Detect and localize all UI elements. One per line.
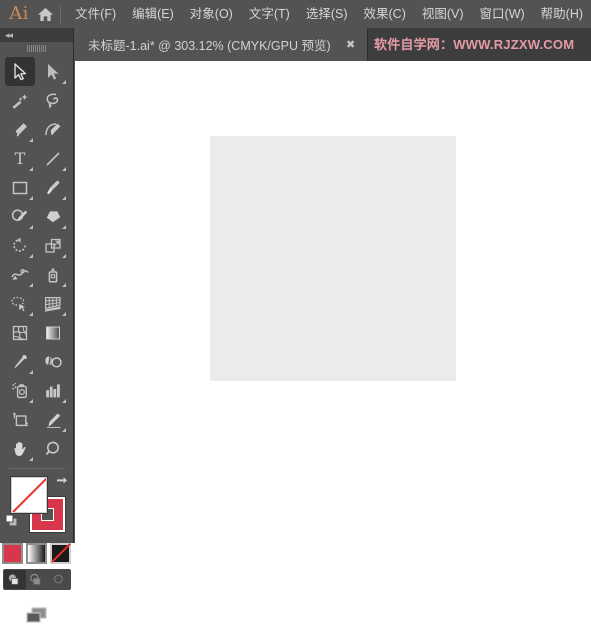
change-screen-mode-button[interactable] [0, 604, 73, 628]
menu-divider [60, 5, 62, 23]
tool-shaper-pencil[interactable] [5, 202, 35, 231]
fill-swatch[interactable] [11, 477, 47, 513]
tool-eyedropper[interactable] [5, 347, 35, 376]
drawing-mode-row [2, 569, 71, 590]
draw-behind-button[interactable] [26, 570, 48, 589]
tool-mesh[interactable] [5, 318, 35, 347]
menu-item-edit[interactable]: 编辑(E) [124, 0, 182, 28]
tool-column-graph[interactable] [38, 376, 68, 405]
tool-flyout-indicator[interactable] [29, 167, 33, 171]
tool-flyout-indicator[interactable] [29, 283, 33, 287]
menu-item-object[interactable]: 对象(O) [182, 0, 241, 28]
app-logo: Ai [9, 3, 29, 24]
tool-flyout-indicator[interactable] [29, 196, 33, 200]
tool-flyout-indicator[interactable] [62, 80, 66, 84]
tool-line-segment[interactable] [38, 144, 68, 173]
toolbar-separator [8, 468, 65, 469]
tools-panel-header: ◂◂ [0, 28, 73, 42]
none-slash-icon [51, 543, 71, 563]
svg-text:T: T [15, 150, 26, 167]
tool-flyout-indicator[interactable] [62, 428, 66, 432]
tool-flyout-indicator[interactable] [29, 370, 33, 374]
tool-lasso[interactable] [38, 86, 68, 115]
tool-type[interactable]: T [5, 144, 35, 173]
swap-fill-stroke-icon[interactable] [54, 476, 68, 495]
gradient-swatch-button[interactable] [26, 543, 47, 564]
tool-flyout-indicator[interactable] [29, 254, 33, 258]
tool-free-transform[interactable] [38, 260, 68, 289]
tool-rectangle[interactable] [5, 173, 35, 202]
none-swatch-button[interactable] [50, 543, 71, 564]
collapse-panel-icon[interactable]: ◂◂ [5, 30, 13, 40]
tool-flyout-indicator[interactable] [62, 312, 66, 316]
menu-item-type[interactable]: 文字(T) [241, 0, 298, 28]
tool-flyout-indicator[interactable] [62, 399, 66, 403]
none-slash-icon [12, 478, 46, 512]
tool-flyout-indicator[interactable] [29, 399, 33, 403]
color-swatch-button[interactable] [2, 543, 23, 564]
tool-flyout-indicator[interactable] [62, 167, 66, 171]
artboard[interactable] [210, 136, 456, 381]
close-icon[interactable]: ✖ [339, 28, 363, 61]
tool-flyout-indicator[interactable] [29, 312, 33, 316]
tool-width[interactable] [5, 260, 35, 289]
tool-pen[interactable] [5, 115, 35, 144]
tool-flyout-indicator[interactable] [62, 283, 66, 287]
tool-flyout-indicator[interactable] [29, 225, 33, 229]
tool-symbol-sprayer[interactable] [5, 376, 35, 405]
tool-flyout-indicator[interactable] [29, 138, 33, 142]
tool-eraser[interactable] [38, 202, 68, 231]
tool-curvature[interactable] [38, 115, 68, 144]
draw-inside-button[interactable] [48, 570, 70, 589]
tool-paintbrush[interactable] [38, 173, 68, 202]
tool-blend[interactable] [38, 347, 68, 376]
menu-item-view[interactable]: 视图(V) [414, 0, 472, 28]
tool-perspective-grid[interactable] [38, 289, 68, 318]
tool-flyout-indicator[interactable] [62, 254, 66, 258]
menu-bar: Ai 文件(F) 编辑(E) 对象(O) 文字(T) 选择(S) 效果(C) 视… [0, 0, 591, 28]
illustrator-window: Ai 文件(F) 编辑(E) 对象(O) 文字(T) 选择(S) 效果(C) 视… [0, 0, 591, 623]
tool-scale[interactable] [38, 231, 68, 260]
tool-rotate[interactable] [5, 231, 35, 260]
default-fill-stroke-icon[interactable] [5, 514, 19, 533]
tool-flyout-indicator[interactable] [62, 225, 66, 229]
menu-item-window[interactable]: 窗口(W) [472, 0, 533, 28]
document-tab[interactable]: 未标题-1.ai* @ 303.12% (CMYK/GPU 预览) ✖ [74, 28, 368, 61]
document-tab-bar: 未标题-1.ai* @ 303.12% (CMYK/GPU 预览) ✖ 软件自学… [0, 28, 591, 61]
menu-item-file[interactable]: 文件(F) [67, 0, 124, 28]
tool-direct-selection[interactable] [38, 57, 68, 86]
menu-item-select[interactable]: 选择(S) [298, 0, 356, 28]
menu-item-list: 文件(F) 编辑(E) 对象(O) 文字(T) 选择(S) 效果(C) 视图(V… [67, 0, 591, 28]
fill-stroke-controls [0, 473, 74, 539]
draw-normal-button[interactable] [3, 570, 26, 589]
watermark-text: 软件自学网：WWW.RJZXW.COM [374, 37, 575, 52]
paint-mode-row [0, 543, 73, 564]
home-icon[interactable] [32, 0, 58, 28]
tool-magic-wand[interactable] [5, 86, 35, 115]
tools-panel-drag-handle[interactable] [0, 42, 73, 55]
tool-flyout-indicator[interactable] [62, 196, 66, 200]
tool-grid: T [0, 55, 73, 463]
tool-artboard[interactable] [5, 405, 35, 434]
tool-zoom[interactable] [38, 434, 68, 463]
tools-panel: ◂◂ T [0, 28, 74, 623]
menu-item-help[interactable]: 帮助(H) [533, 0, 591, 28]
tool-flyout-indicator[interactable] [29, 457, 33, 461]
tool-selection[interactable] [5, 57, 35, 86]
menu-item-effect[interactable]: 效果(C) [356, 0, 414, 28]
tool-shape-builder[interactable] [5, 289, 35, 318]
canvas-area[interactable] [75, 61, 591, 543]
tool-hand[interactable] [5, 434, 35, 463]
document-tab-title: 未标题-1.ai* @ 303.12% (CMYK/GPU 预览) [88, 39, 331, 53]
tool-gradient[interactable] [38, 318, 68, 347]
tool-slice[interactable] [38, 405, 68, 434]
